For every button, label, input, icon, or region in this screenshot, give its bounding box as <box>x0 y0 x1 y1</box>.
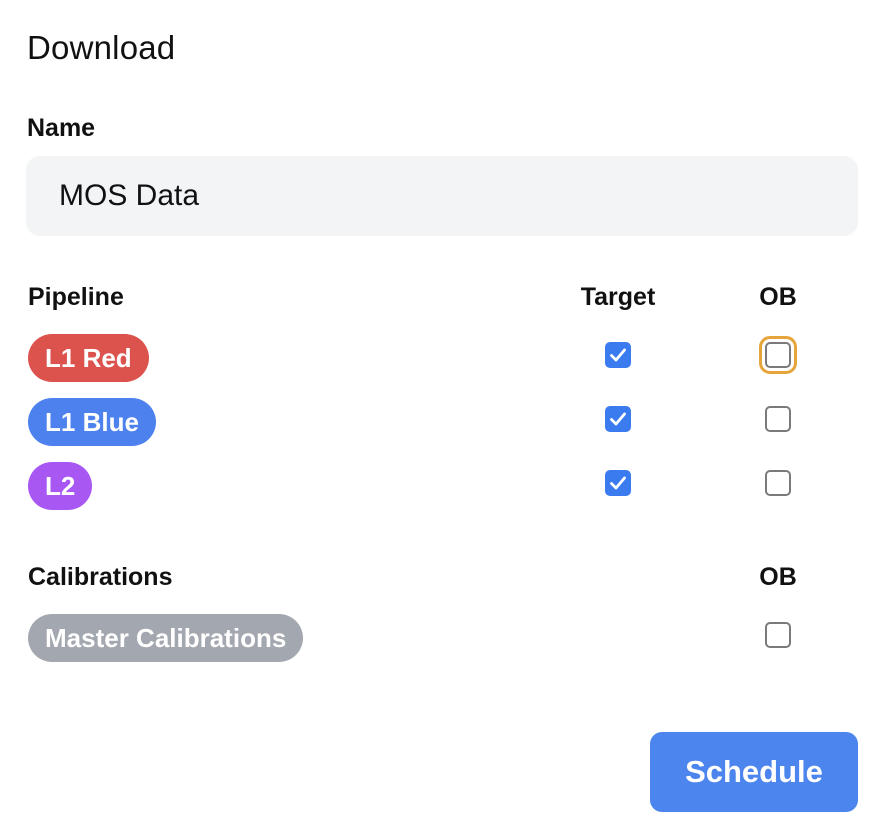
ob-checkbox-l1-blue[interactable] <box>765 406 791 432</box>
name-input[interactable] <box>26 156 858 236</box>
target-column-heading: Target <box>580 283 656 311</box>
calibrations-ob-column-heading: OB <box>759 563 797 591</box>
calibration-badge-master: Master Calibrations <box>28 614 304 662</box>
ob-checkbox-l1-red[interactable] <box>759 336 797 374</box>
calibrations-heading: Calibrations <box>28 563 173 591</box>
ob-checkbox-l2[interactable] <box>765 470 791 496</box>
dialog-title: Download <box>27 29 176 66</box>
pipeline-badge-l1-red: L1 Red <box>28 334 149 382</box>
checkmark-icon <box>610 348 626 362</box>
ob-column-heading: OB <box>759 283 797 311</box>
schedule-button[interactable]: Schedule <box>650 732 858 812</box>
name-label: Name <box>27 114 96 142</box>
checkmark-icon <box>610 476 626 490</box>
target-checkbox-l1-red[interactable] <box>605 342 631 368</box>
target-checkbox-l1-blue[interactable] <box>605 406 631 432</box>
ob-checkbox-master-calibrations[interactable] <box>765 622 791 648</box>
pipeline-badge-l2: L2 <box>28 462 93 510</box>
pipeline-badge-l1-blue: L1 Blue <box>28 398 156 446</box>
pipeline-heading: Pipeline <box>28 283 124 311</box>
checkmark-icon <box>610 412 626 426</box>
target-checkbox-l2[interactable] <box>605 470 631 496</box>
